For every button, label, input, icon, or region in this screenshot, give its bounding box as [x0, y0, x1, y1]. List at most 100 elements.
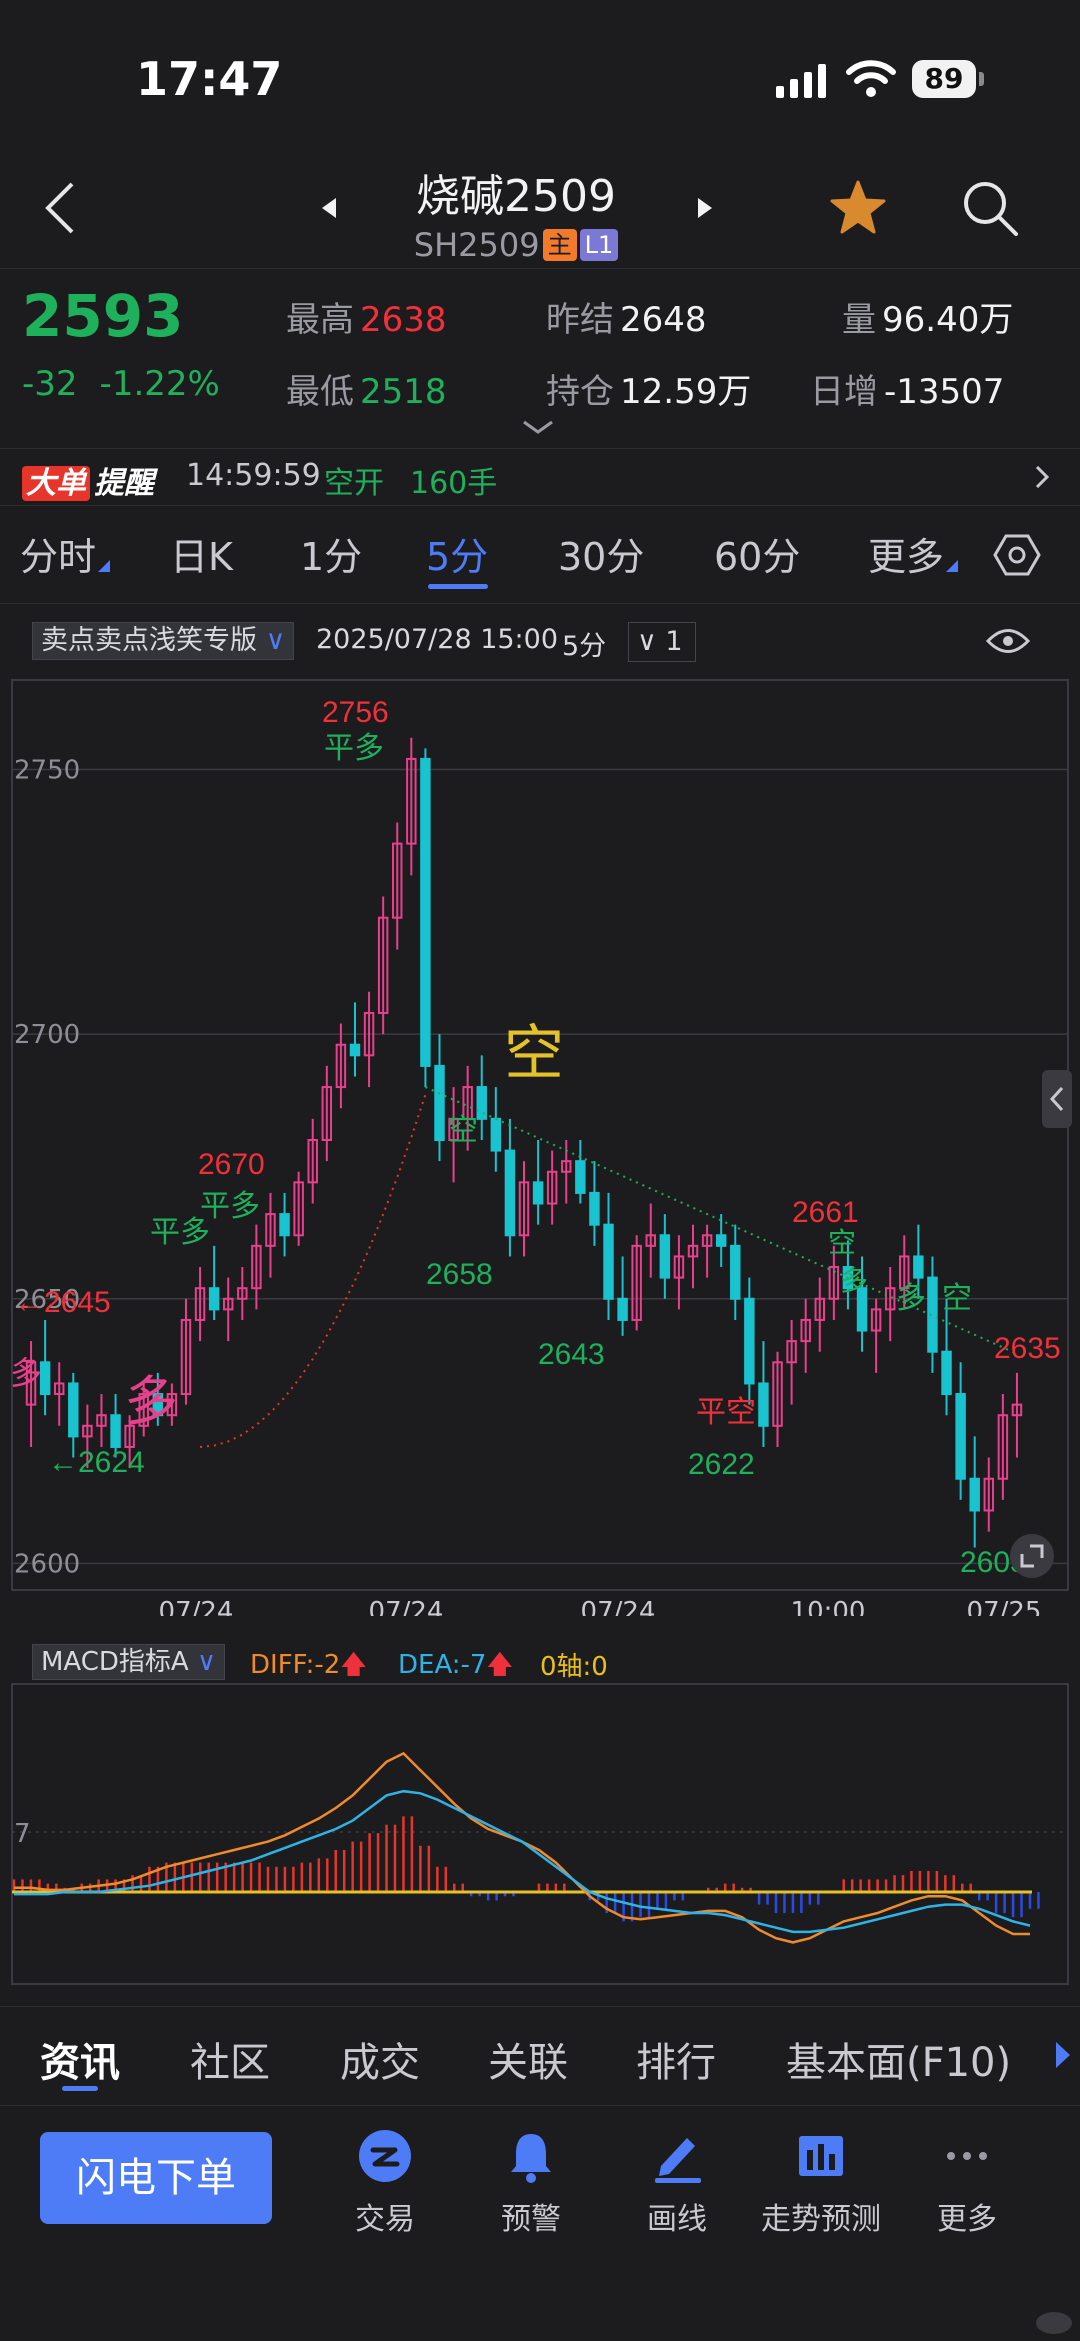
candle-body — [420, 757, 431, 1067]
tab-news[interactable]: 资讯 — [40, 2030, 120, 2088]
tab-30min[interactable]: 30分 — [558, 526, 644, 581]
nav-alert-label: 预警 — [501, 2202, 561, 2237]
nav-more[interactable]: 更多 — [902, 2128, 1032, 2238]
tab-more-label: 更多 — [868, 535, 945, 579]
alert-badge: 大单 提醒 — [22, 458, 154, 501]
stat-daily-change: 日增 -13507 — [810, 364, 1004, 413]
macd-zero-axis: 0轴:0 — [540, 1652, 608, 1682]
prev-contract-icon[interactable] — [318, 196, 340, 220]
candle-body — [603, 1223, 614, 1300]
time-axis: 07/24 07/24 07/24 10:00 07/25 — [159, 1597, 1042, 1616]
annotation-2635: 2635 — [994, 1332, 1061, 1365]
candle-body — [941, 1350, 952, 1396]
annotation-kong-2: 空 — [828, 1227, 856, 1258]
large-order-alert-bar[interactable] — [0, 448, 1080, 506]
annotation-top-signal: 平多 — [324, 732, 384, 765]
next-contract-icon[interactable] — [694, 196, 716, 220]
ma-select[interactable]: ∨ 1 — [628, 622, 696, 662]
nav-trade[interactable]: 交易 — [320, 2128, 450, 2238]
indicator-select[interactable]: 卖点卖点浅笑专版 ∨ — [32, 622, 295, 660]
candle-body — [575, 1160, 586, 1194]
favorite-star-icon[interactable] — [828, 178, 888, 238]
annotation-pingduo-2: 平多 — [150, 1216, 210, 1249]
stat-open-interest: 持仓 12.59万 — [546, 364, 751, 413]
macd-diff-text: DIFF:-2 — [250, 1650, 341, 1680]
chevron-right-icon[interactable] — [1032, 462, 1052, 492]
candle-body — [476, 1086, 487, 1120]
stat-volume: 量 96.40万 — [842, 292, 1013, 341]
nav-trade-label: 交易 — [355, 2202, 415, 2237]
macd-dea-text: DEA:-7 — [398, 1650, 487, 1680]
alert-action: 空开 — [324, 466, 384, 501]
stat-high-label: 最高 — [286, 300, 354, 340]
annotation-duo-left: 多 — [10, 1355, 42, 1391]
status-clock: 17:47 — [136, 52, 283, 106]
tab-daily-k[interactable]: 日K — [170, 526, 233, 581]
tab-60min[interactable]: 60分 — [714, 526, 800, 581]
scroll-right-icon[interactable] — [1054, 2040, 1072, 2070]
candlestick-chart[interactable]: 2750 2700 2650 2600 2756 平多 空 2670 平多 平多… — [0, 676, 1080, 1616]
nav-alert[interactable]: 预警 — [466, 2128, 596, 2238]
tab-ranking[interactable]: 排行 — [636, 2030, 716, 2088]
tab-more[interactable]: 更多 — [868, 526, 959, 581]
annotation-duo-3: 多 — [896, 1282, 926, 1315]
tab-community[interactable]: 社区 — [190, 2030, 270, 2088]
annotation-2624: ←2624 — [48, 1446, 145, 1479]
candle-body — [715, 1234, 727, 1247]
annotation-2658: 2658 — [426, 1258, 493, 1291]
arrow-up-icon: 🡅 — [486, 1650, 514, 1680]
stat-high-value: 2638 — [360, 300, 447, 340]
settings-hexagon-icon[interactable] — [992, 530, 1042, 580]
candle-body — [532, 1181, 544, 1205]
candle-body — [659, 1234, 671, 1279]
macd-tick: 7 — [14, 1819, 31, 1849]
stat-daily-value: -13507 — [884, 372, 1005, 412]
tab-5min[interactable]: 5分 — [426, 526, 488, 581]
candle-body — [490, 1117, 502, 1152]
active-tab-underline — [428, 584, 488, 589]
macd-chart[interactable]: 7 — [0, 1680, 1080, 1986]
tab-trades[interactable]: 成交 — [340, 2030, 420, 2088]
chevron-down-icon: ∨ — [265, 625, 286, 656]
last-price: 2593 — [22, 282, 184, 350]
nav-forecast-label: 走势预测 — [761, 2202, 881, 2237]
tab-related[interactable]: 关联 — [488, 2030, 568, 2088]
fullscreen-icon[interactable] — [1010, 1534, 1054, 1578]
alert-badge-big: 大单 — [22, 466, 90, 501]
tab-timeshare[interactable]: 分时 — [20, 526, 111, 581]
stat-low-value: 2518 — [360, 372, 447, 412]
price-tick: 2700 — [14, 1020, 80, 1050]
eye-icon[interactable] — [986, 626, 1030, 656]
annotation-2661: 2661 — [792, 1196, 859, 1229]
macd-indicator-select[interactable]: MACD指标A ∨ — [32, 1644, 226, 1680]
ma-select-value: 1 — [665, 626, 683, 657]
bell-icon — [511, 2134, 551, 2183]
price-change: -32 -1.22% — [22, 364, 220, 404]
nav-forecast[interactable]: 走势预测 — [756, 2128, 886, 2238]
candle-body — [434, 1064, 445, 1141]
chevron-down-icon[interactable] — [520, 418, 556, 438]
nav-draw[interactable]: 画线 — [612, 2128, 742, 2238]
tab-fundamentals[interactable]: 基本面(F10) — [786, 2030, 1011, 2088]
back-arrow-icon[interactable] — [40, 180, 80, 236]
contract-code: SH2509 — [413, 226, 540, 264]
tab-1min[interactable]: 1分 — [300, 526, 362, 581]
candle-body — [730, 1244, 741, 1300]
alert-time: 14:59:59 — [186, 458, 321, 493]
candle-body — [110, 1414, 121, 1448]
annotation-kong-1: 空 — [448, 1114, 478, 1147]
chevron-down-icon: ∨ — [637, 626, 657, 657]
arrow-up-icon: 🡅 — [340, 1650, 367, 1680]
search-icon[interactable] — [960, 178, 1020, 238]
alert-badge-remind: 提醒 — [94, 466, 154, 501]
macd-indicator-label: MACD指标A — [41, 1647, 189, 1677]
side-collapse-handle[interactable] — [1042, 1070, 1072, 1128]
stat-oi-label: 持仓 — [546, 372, 614, 412]
battery-level: 89 — [912, 60, 976, 98]
chart-period: 5分 — [562, 631, 607, 662]
stat-oi-value: 12.59万 — [620, 372, 752, 412]
flash-order-button[interactable]: 闪电下单 — [40, 2132, 272, 2224]
contract-title: 烧碱2509 — [416, 171, 616, 222]
candle-body — [617, 1297, 628, 1321]
price-tick: 2750 — [14, 756, 80, 786]
